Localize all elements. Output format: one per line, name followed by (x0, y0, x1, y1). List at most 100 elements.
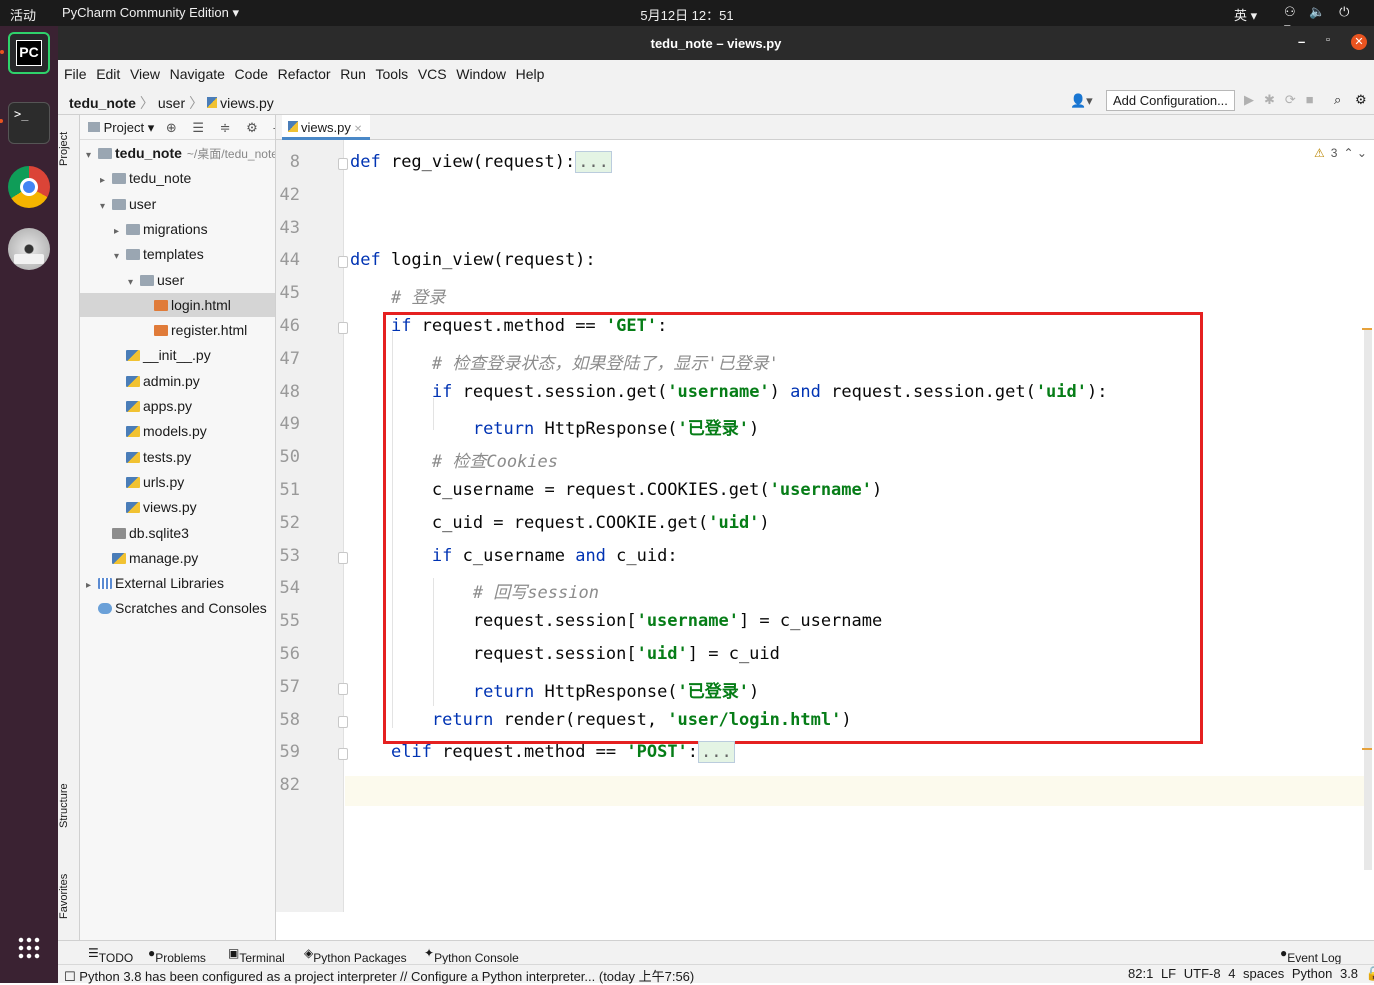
interpreter-selector[interactable]: Python 3.8 (1292, 966, 1358, 981)
code-line[interactable]: def reg_view(request):... (350, 151, 1350, 173)
favorites-tool-tab[interactable]: Favorites (58, 860, 80, 932)
gear-icon[interactable]: ⚙ (1355, 92, 1367, 108)
lock-icon[interactable]: 🔓 (1366, 966, 1374, 981)
problems-tab[interactable]: ● Problems (148, 946, 206, 965)
tree-item[interactable]: ▾ user (80, 192, 275, 219)
todo-tab[interactable]: ☰ TODO (88, 946, 133, 965)
user-icon[interactable]: 👤▾ (1070, 93, 1093, 109)
tree-item[interactable]: register.html (80, 318, 275, 342)
code-line[interactable]: def login_view(request): (350, 250, 1350, 270)
chevron-down-icon[interactable]: ▾ (86, 144, 98, 168)
tree-item[interactable]: admin.py (80, 369, 275, 393)
line-separator[interactable]: LF (1161, 966, 1176, 981)
terminal-icon[interactable]: >_ (0, 102, 50, 144)
status-message[interactable]: ☐ Python 3.8 has been configured as a pr… (64, 966, 694, 985)
menu-view[interactable]: View (124, 60, 160, 82)
minimize-button[interactable]: – (1298, 34, 1305, 49)
tree-item[interactable]: ▸ External Libraries (80, 571, 275, 598)
menu-run[interactable]: Run (334, 60, 366, 82)
breadcrumb-folder[interactable]: user (158, 95, 185, 111)
caret-position[interactable]: 82:1 (1128, 966, 1153, 981)
search-icon[interactable]: ⌕ (1334, 92, 1341, 108)
code-line[interactable]: return HttpResponse('已登录') (350, 677, 1350, 702)
scrollbar-marker[interactable] (1362, 748, 1372, 750)
menu-tools[interactable]: Tools (370, 60, 409, 82)
tree-item[interactable]: urls.py (80, 470, 275, 494)
code-line[interactable]: # 检查登录状态，如果登陆了，显示'已登录' (350, 349, 1350, 374)
tree-item[interactable]: tests.py (80, 445, 275, 469)
code-line[interactable]: request.session['uid'] = c_uid (350, 644, 1350, 664)
terminal-tab[interactable]: ▣ Terminal (228, 946, 285, 965)
input-method-indicator[interactable]: 英 ▾ (1234, 5, 1257, 24)
indent-setting[interactable]: 4 spaces (1228, 966, 1284, 981)
menu-code[interactable]: Code (229, 60, 268, 82)
tree-item[interactable]: ▾ user (80, 268, 275, 295)
dvd-icon[interactable] (8, 228, 50, 270)
menu-navigate[interactable]: Navigate (164, 60, 225, 82)
fold-marker-icon[interactable] (338, 748, 348, 761)
chevron-down-icon[interactable]: ▾ (128, 271, 140, 295)
menu-refactor[interactable]: Refactor (272, 60, 331, 82)
chevron-right-icon[interactable]: ▸ (100, 169, 112, 193)
code-line[interactable]: request.session['username'] = c_username (350, 611, 1350, 631)
file-encoding[interactable]: UTF-8 (1184, 966, 1221, 981)
code-line[interactable]: if c_username and c_uid: (350, 546, 1350, 566)
tree-item[interactable]: views.py (80, 495, 275, 519)
tree-item[interactable]: models.py (80, 419, 275, 443)
scrollbar-marker[interactable] (1362, 328, 1372, 330)
fold-marker-icon[interactable] (338, 551, 348, 564)
show-applications-icon[interactable] (17, 936, 41, 960)
menu-vcs[interactable]: VCS (412, 60, 447, 82)
fold-marker-icon[interactable] (338, 322, 348, 334)
python-console-tab[interactable]: ✦ Python Console (424, 946, 519, 965)
add-configuration-button[interactable]: Add Configuration... (1106, 90, 1235, 111)
tree-item[interactable]: apps.py (80, 394, 275, 418)
menu-help[interactable]: Help (510, 60, 545, 82)
fold-marker-icon[interactable] (338, 158, 348, 170)
close-tab-icon[interactable]: ✕ (351, 124, 362, 135)
code-line[interactable]: elif request.method == 'POST':... (350, 741, 1350, 764)
tree-item[interactable]: ▸ tedu_note (80, 166, 275, 193)
panel-tool-icons[interactable]: ⊕ ☰ ≑ ⚙ — (158, 120, 275, 135)
tree-item[interactable]: manage.py (80, 546, 275, 570)
tree-item[interactable]: ▾ templates (80, 242, 275, 269)
tree-item[interactable]: Scratches and Consoles (80, 596, 275, 620)
pycharm-icon[interactable]: PC (0, 32, 50, 74)
tree-item[interactable]: ▸ migrations (80, 217, 275, 244)
fold-marker-icon[interactable] (338, 682, 348, 695)
code-line[interactable]: # 检查Cookies (350, 447, 1350, 472)
python-packages-tab[interactable]: ◈ Python Packages (304, 946, 407, 965)
activities-button[interactable]: 活动 (10, 5, 36, 24)
chevron-down-icon[interactable]: ▾ (114, 245, 126, 269)
project-tool-tab[interactable]: Project (58, 123, 80, 175)
chrome-icon[interactable] (8, 166, 50, 208)
tree-item[interactable]: db.sqlite3 (80, 521, 275, 545)
fold-marker-icon[interactable] (338, 256, 348, 269)
code-line[interactable]: # 回写session (350, 578, 1350, 603)
run-toolbar-icons[interactable]: ▶✱⟳■ (1244, 92, 1324, 108)
code-line[interactable]: if request.method == 'GET': (350, 316, 1350, 336)
menu-window[interactable]: Window (450, 60, 506, 82)
chevron-down-icon[interactable]: ▾ (100, 195, 112, 219)
breadcrumb-file[interactable]: views.py (220, 95, 274, 111)
close-button[interactable]: ✕ (1351, 34, 1367, 50)
menu-edit[interactable]: Edit (90, 60, 120, 82)
tree-item[interactable]: login.html (80, 292, 275, 317)
structure-tool-tab[interactable]: Structure (58, 770, 80, 842)
breadcrumb-project[interactable]: tedu_note (69, 95, 136, 111)
tree-item[interactable]: __init__.py (80, 343, 275, 367)
project-view-selector[interactable]: Project (104, 120, 144, 135)
code-line[interactable]: return HttpResponse('已登录') (350, 414, 1350, 439)
event-log-tab[interactable]: ● Event Log (1280, 946, 1341, 965)
maximize-button[interactable]: ▫ (1326, 34, 1330, 46)
fold-marker-icon[interactable] (338, 715, 348, 728)
code-line[interactable]: # 登录 (350, 283, 1350, 308)
editor-scrollbar[interactable] (1364, 330, 1372, 870)
chevron-right-icon[interactable]: ▸ (114, 220, 126, 244)
code-line[interactable]: c_uid = request.COOKIE.get('uid') (350, 513, 1350, 533)
code-editor[interactable]: ⚠ 3 ⌃ ⌄ 8 def reg_view(request):... 42 43 44 de… (276, 140, 1374, 912)
chevron-right-icon[interactable]: ▸ (86, 574, 98, 598)
tree-item[interactable]: ▾ tedu_note ~/桌面/tedu_note (80, 141, 275, 168)
code-line[interactable]: return render(request, 'user/login.html'… (350, 710, 1350, 730)
editor-tab[interactable]: views.py ✕ (282, 115, 371, 140)
